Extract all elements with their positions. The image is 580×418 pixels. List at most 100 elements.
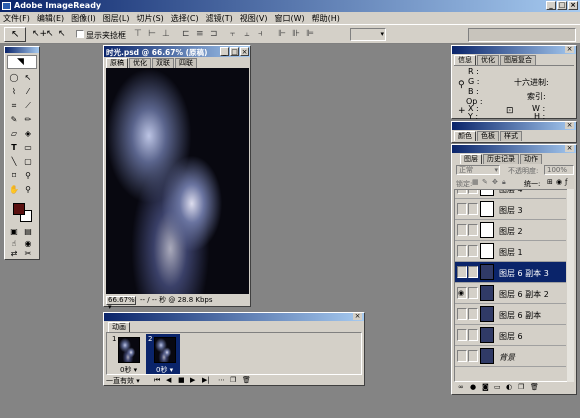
delete-layer-icon[interactable]: 🗑︎ <box>530 383 539 391</box>
layer-link-icon[interactable] <box>468 350 478 362</box>
duplicate-frame-icon[interactable]: ❐ <box>230 376 236 384</box>
doc-minimize-button[interactable]: _ <box>220 47 229 56</box>
jump-to-photoshop-icon[interactable]: ⇄ <box>9 249 19 259</box>
distribute-bottom-icon[interactable]: ⫞ <box>258 29 263 39</box>
color-tab-1[interactable]: 色板 <box>477 131 499 141</box>
document-tab-0[interactable]: 原稿 <box>106 58 128 68</box>
close-button[interactable]: × <box>568 1 578 10</box>
fill-tool-icon[interactable]: ◈ <box>23 129 33 139</box>
unify-visibility-icon[interactable]: ◉ <box>556 178 562 186</box>
menu-item-1[interactable]: 编辑(E) <box>37 13 64 24</box>
blend-mode-select[interactable]: 正常 ▾ <box>456 165 500 175</box>
color-tab-0[interactable]: 颜色 <box>454 131 476 141</box>
eraser-tool-icon[interactable]: ▱ <box>9 129 19 139</box>
color-close-icon[interactable]: × <box>565 122 574 129</box>
layer-link-icon[interactable] <box>468 245 478 257</box>
toggle-map-icon[interactable]: ▤ <box>23 227 33 237</box>
layer-row[interactable]: 图层 3 <box>455 199 566 220</box>
image-map-tool-icon[interactable]: ⌑ <box>9 171 19 181</box>
layer-row[interactable]: 图层 6 <box>455 325 566 346</box>
visibility-eye-icon[interactable] <box>457 203 467 215</box>
align-right-icon[interactable]: ⊐ <box>210 29 218 39</box>
rollover-preview-icon[interactable]: ☝ <box>9 239 19 249</box>
visibility-eye-icon[interactable] <box>457 308 467 320</box>
layers-tab-2[interactable]: 动作 <box>520 154 542 164</box>
frame-delay[interactable]: 0秒 ▾ <box>120 365 137 375</box>
visibility-eye-icon[interactable] <box>457 224 467 236</box>
menu-item-8[interactable]: 窗口(W) <box>274 13 304 24</box>
lasso-tool-icon[interactable]: ⌇ <box>9 87 19 97</box>
animation-frame[interactable]: 1 0秒 ▾ <box>110 334 144 374</box>
unify-style-icon[interactable]: ƒ <box>565 178 567 186</box>
marquee-tool-icon[interactable]: ◯ <box>9 73 19 83</box>
distribute-middle-icon[interactable]: ⫠ <box>244 29 249 39</box>
menu-item-4[interactable]: 切片(S) <box>136 13 163 24</box>
lock-all-icon[interactable]: 🔒︎ <box>502 178 506 187</box>
animation-close-icon[interactable]: × <box>353 313 362 320</box>
move-alt-icon[interactable]: ↖ <box>46 29 54 39</box>
color-tab-2[interactable]: 样式 <box>500 131 522 141</box>
visibility-eye-icon[interactable] <box>457 266 467 278</box>
align-left-icon[interactable]: ⊏ <box>182 29 190 39</box>
group-select[interactable]: ▾ <box>350 28 386 41</box>
layers-scrollbar[interactable] <box>567 189 574 382</box>
layer-style-icon[interactable]: ● <box>470 383 476 391</box>
play-icon[interactable]: ▶ <box>190 376 195 384</box>
layer-link-icon[interactable] <box>468 190 478 194</box>
magic-wand-tool-icon[interactable]: ⁄ <box>23 87 33 97</box>
visibility-eye-icon[interactable] <box>457 329 467 341</box>
new-layer-icon[interactable]: ❐ <box>518 383 524 391</box>
unify-position-icon[interactable]: ⊞ <box>547 178 553 186</box>
maximize-button[interactable]: □ <box>557 1 567 10</box>
menu-item-2[interactable]: 图像(I) <box>71 13 96 24</box>
layer-link-icon[interactable] <box>468 308 478 320</box>
animation-frame[interactable]: 2 0秒 ▾ <box>146 334 180 374</box>
info-tab-2[interactable]: 图层复合 <box>500 55 536 65</box>
visibility-eye-icon[interactable] <box>457 190 467 194</box>
brush-tool-icon[interactable]: ✎ <box>9 115 19 125</box>
layer-link-icon[interactable] <box>468 329 478 341</box>
cutout-icon[interactable]: ✂ <box>23 249 33 259</box>
layer-row[interactable]: 图层 4 <box>455 190 566 199</box>
palette-well[interactable] <box>468 28 576 42</box>
zoom-field[interactable]: 66.67% ▾ <box>106 296 136 311</box>
adjustment-icon[interactable]: ◐ <box>506 383 512 391</box>
line-tool-icon[interactable]: ╲ <box>9 157 19 167</box>
layer-link-icon[interactable] <box>468 224 478 236</box>
lock-transparent-icon[interactable]: ▦ <box>472 178 479 186</box>
hand-tool-icon[interactable]: ✋ <box>9 185 19 195</box>
opacity-field[interactable]: 100% <box>544 165 574 175</box>
menu-item-6[interactable]: 滤镜(T) <box>206 13 233 24</box>
loop-select[interactable]: 一直有效 ▾ <box>106 376 140 386</box>
align-center-icon[interactable]: ≡ <box>196 29 204 39</box>
mask-icon[interactable]: ◙ <box>482 383 489 391</box>
toggle-slices-icon[interactable]: ▣ <box>9 227 19 237</box>
visibility-eye-icon[interactable] <box>457 245 467 257</box>
info-tab-1[interactable]: 优化 <box>477 55 499 65</box>
info-tab-0[interactable]: 信息 <box>454 55 476 65</box>
shape-tool-icon[interactable]: ▢ <box>23 157 33 167</box>
menu-item-7[interactable]: 视图(V) <box>240 13 268 24</box>
layers-tab-0[interactable]: 图层 <box>460 154 482 164</box>
info-close-icon[interactable]: × <box>565 46 574 53</box>
align-bottom-icon[interactable]: ⊥ <box>162 29 170 39</box>
distribute-left-icon[interactable]: ⊩ <box>278 29 286 39</box>
first-frame-icon[interactable]: ⏮ <box>154 376 160 385</box>
tab-animation[interactable]: 动画 <box>108 322 130 332</box>
document-tab-1[interactable]: 优化 <box>129 58 151 68</box>
distribute-right-icon[interactable]: ⊫ <box>306 29 314 39</box>
zoom-tool-icon[interactable]: ⚲ <box>23 185 33 195</box>
layer-link-icon[interactable] <box>468 287 478 299</box>
layer-row[interactable]: 图层 6 副本 <box>455 304 566 325</box>
eyedropper-tool-icon[interactable]: ⚲ <box>23 171 33 181</box>
distribute-center-icon[interactable]: ⊪ <box>292 29 300 39</box>
align-middle-icon[interactable]: ⊢ <box>148 29 156 39</box>
frame-delay[interactable]: 0秒 ▾ <box>156 365 173 375</box>
select-icon[interactable]: ↖ <box>58 29 66 39</box>
doc-maximize-button[interactable]: □ <box>230 47 239 56</box>
layers-close-icon[interactable]: × <box>565 145 574 152</box>
next-frame-icon[interactable]: ▶| <box>202 376 210 384</box>
rectangle-tool-icon[interactable]: ▭ <box>23 143 33 153</box>
layer-link-icon[interactable] <box>468 266 478 278</box>
layer-link-icon[interactable] <box>468 203 478 215</box>
